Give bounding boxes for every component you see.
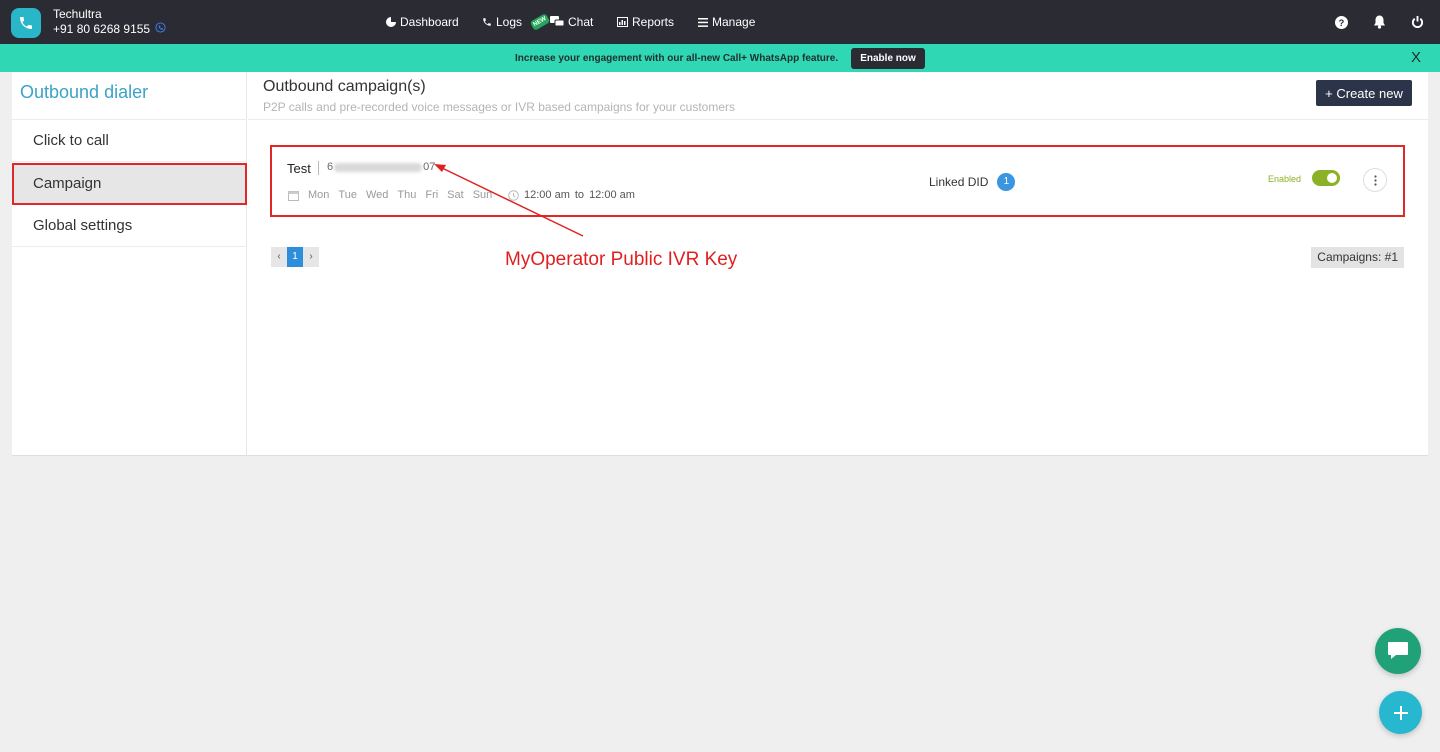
pie-chart-icon (386, 17, 396, 27)
time-separator: to (574, 189, 585, 201)
campaign-days: Mon Tue Wed Thu Fri Sat Sun (288, 189, 501, 201)
nav-dashboard-label: Dashboard (400, 15, 459, 29)
day-mon: Mon (308, 189, 330, 201)
next-page-button[interactable]: › (303, 247, 319, 267)
annotation-label: MyOperator Public IVR Key (505, 249, 738, 270)
clock-icon (508, 189, 519, 201)
page-subtitle: P2P calls and pre-recorded voice message… (263, 100, 736, 114)
sidebar-item-global-settings[interactable]: Global settings (12, 205, 247, 247)
campaign-key-suffix: 07 (423, 161, 436, 173)
sidebar-title: Outbound dialer (20, 82, 149, 102)
time-to: 12:00 am (589, 189, 635, 201)
campaign-count-badge: Campaigns: #1 (1311, 247, 1404, 268)
campaign-ivr-key: 6 07 (327, 161, 435, 173)
nav-chat-label: Chat (568, 15, 594, 29)
phone-icon (483, 18, 491, 26)
nav-manage[interactable]: Manage (698, 15, 755, 29)
linked-did[interactable]: Linked DID 1 (929, 173, 1016, 191)
nav-logs-label: Logs (496, 15, 523, 29)
page-title: Outbound campaign(s) (263, 78, 426, 95)
plus-icon (1393, 705, 1408, 720)
bar-chart-icon (617, 17, 628, 27)
new-badge: NEW (529, 13, 551, 31)
pagination: ‹ 1 › (271, 247, 319, 267)
campaign-separator (318, 161, 319, 175)
prev-page-button[interactable]: ‹ (271, 247, 287, 267)
nav-logs[interactable]: Logs (482, 15, 522, 29)
sidebar-item-click-to-call[interactable]: Click to call (12, 120, 247, 162)
campaign-key-prefix: 6 (327, 161, 334, 173)
account-phone: +91 80 6268 9155 (53, 22, 151, 36)
banner-close-button[interactable]: X (1411, 49, 1421, 66)
linked-did-label: Linked DID (929, 175, 989, 189)
calendar-icon (288, 190, 299, 201)
sidebar: Outbound dialer Click to call Campaign G… (12, 72, 247, 456)
page-1-button[interactable]: 1 (287, 247, 303, 267)
nav-dashboard[interactable]: Dashboard (386, 15, 459, 29)
campaign-card[interactable]: Test 6 07 Mon Tue Wed Thu Fri Sat Sun 12:… (270, 145, 1405, 217)
sidebar-item-campaign[interactable]: Campaign (12, 163, 247, 205)
create-new-button[interactable]: + Create new (1316, 80, 1412, 106)
phone-logo-icon (11, 7, 41, 38)
redacted-key-blur (334, 162, 423, 172)
day-sat: Sat (447, 189, 464, 201)
campaign-time: 12:00 am to 12:00 am (508, 189, 635, 201)
content-divider (248, 119, 1428, 120)
svg-text:?: ? (1338, 17, 1344, 27)
notification-bell-icon[interactable] (1372, 15, 1386, 29)
status-label: Enabled (1268, 174, 1302, 184)
nav-manage-label: Manage (712, 15, 756, 29)
chat-support-button[interactable] (1375, 628, 1421, 674)
day-thu: Thu (397, 189, 417, 201)
power-icon[interactable] (1410, 15, 1424, 29)
account-name: Techultra (53, 7, 102, 21)
nav-reports[interactable]: Reports (617, 15, 674, 29)
day-tue: Tue (338, 189, 357, 201)
day-sun: Sun (472, 189, 493, 201)
more-options-icon[interactable] (1363, 168, 1387, 192)
enable-now-button[interactable]: Enable now (851, 48, 925, 69)
day-wed: Wed (365, 189, 389, 201)
account-brand[interactable]: Techultra +91 80 6268 9155 (11, 7, 166, 38)
call-status-icon (155, 22, 166, 36)
nav-chat[interactable]: NEW Chat (529, 13, 594, 31)
chat-icon (1388, 642, 1408, 659)
time-from: 12:00 am (524, 189, 570, 201)
add-fab-button[interactable] (1379, 691, 1422, 734)
campaign-name: Test (287, 161, 311, 176)
nav-reports-label: Reports (632, 15, 675, 29)
day-fri: Fri (425, 189, 439, 201)
hamburger-icon (698, 17, 708, 27)
banner-text: Increase your engagement with our all-ne… (515, 53, 839, 64)
top-navbar: Techultra +91 80 6268 9155 Dashboard Log… (0, 0, 1440, 44)
chat-bubbles-icon (550, 16, 564, 27)
help-icon[interactable]: ? (1334, 15, 1348, 29)
enable-toggle[interactable] (1312, 170, 1340, 186)
promo-banner: Increase your engagement with our all-ne… (0, 44, 1440, 72)
linked-did-count: 1 (997, 173, 1016, 191)
